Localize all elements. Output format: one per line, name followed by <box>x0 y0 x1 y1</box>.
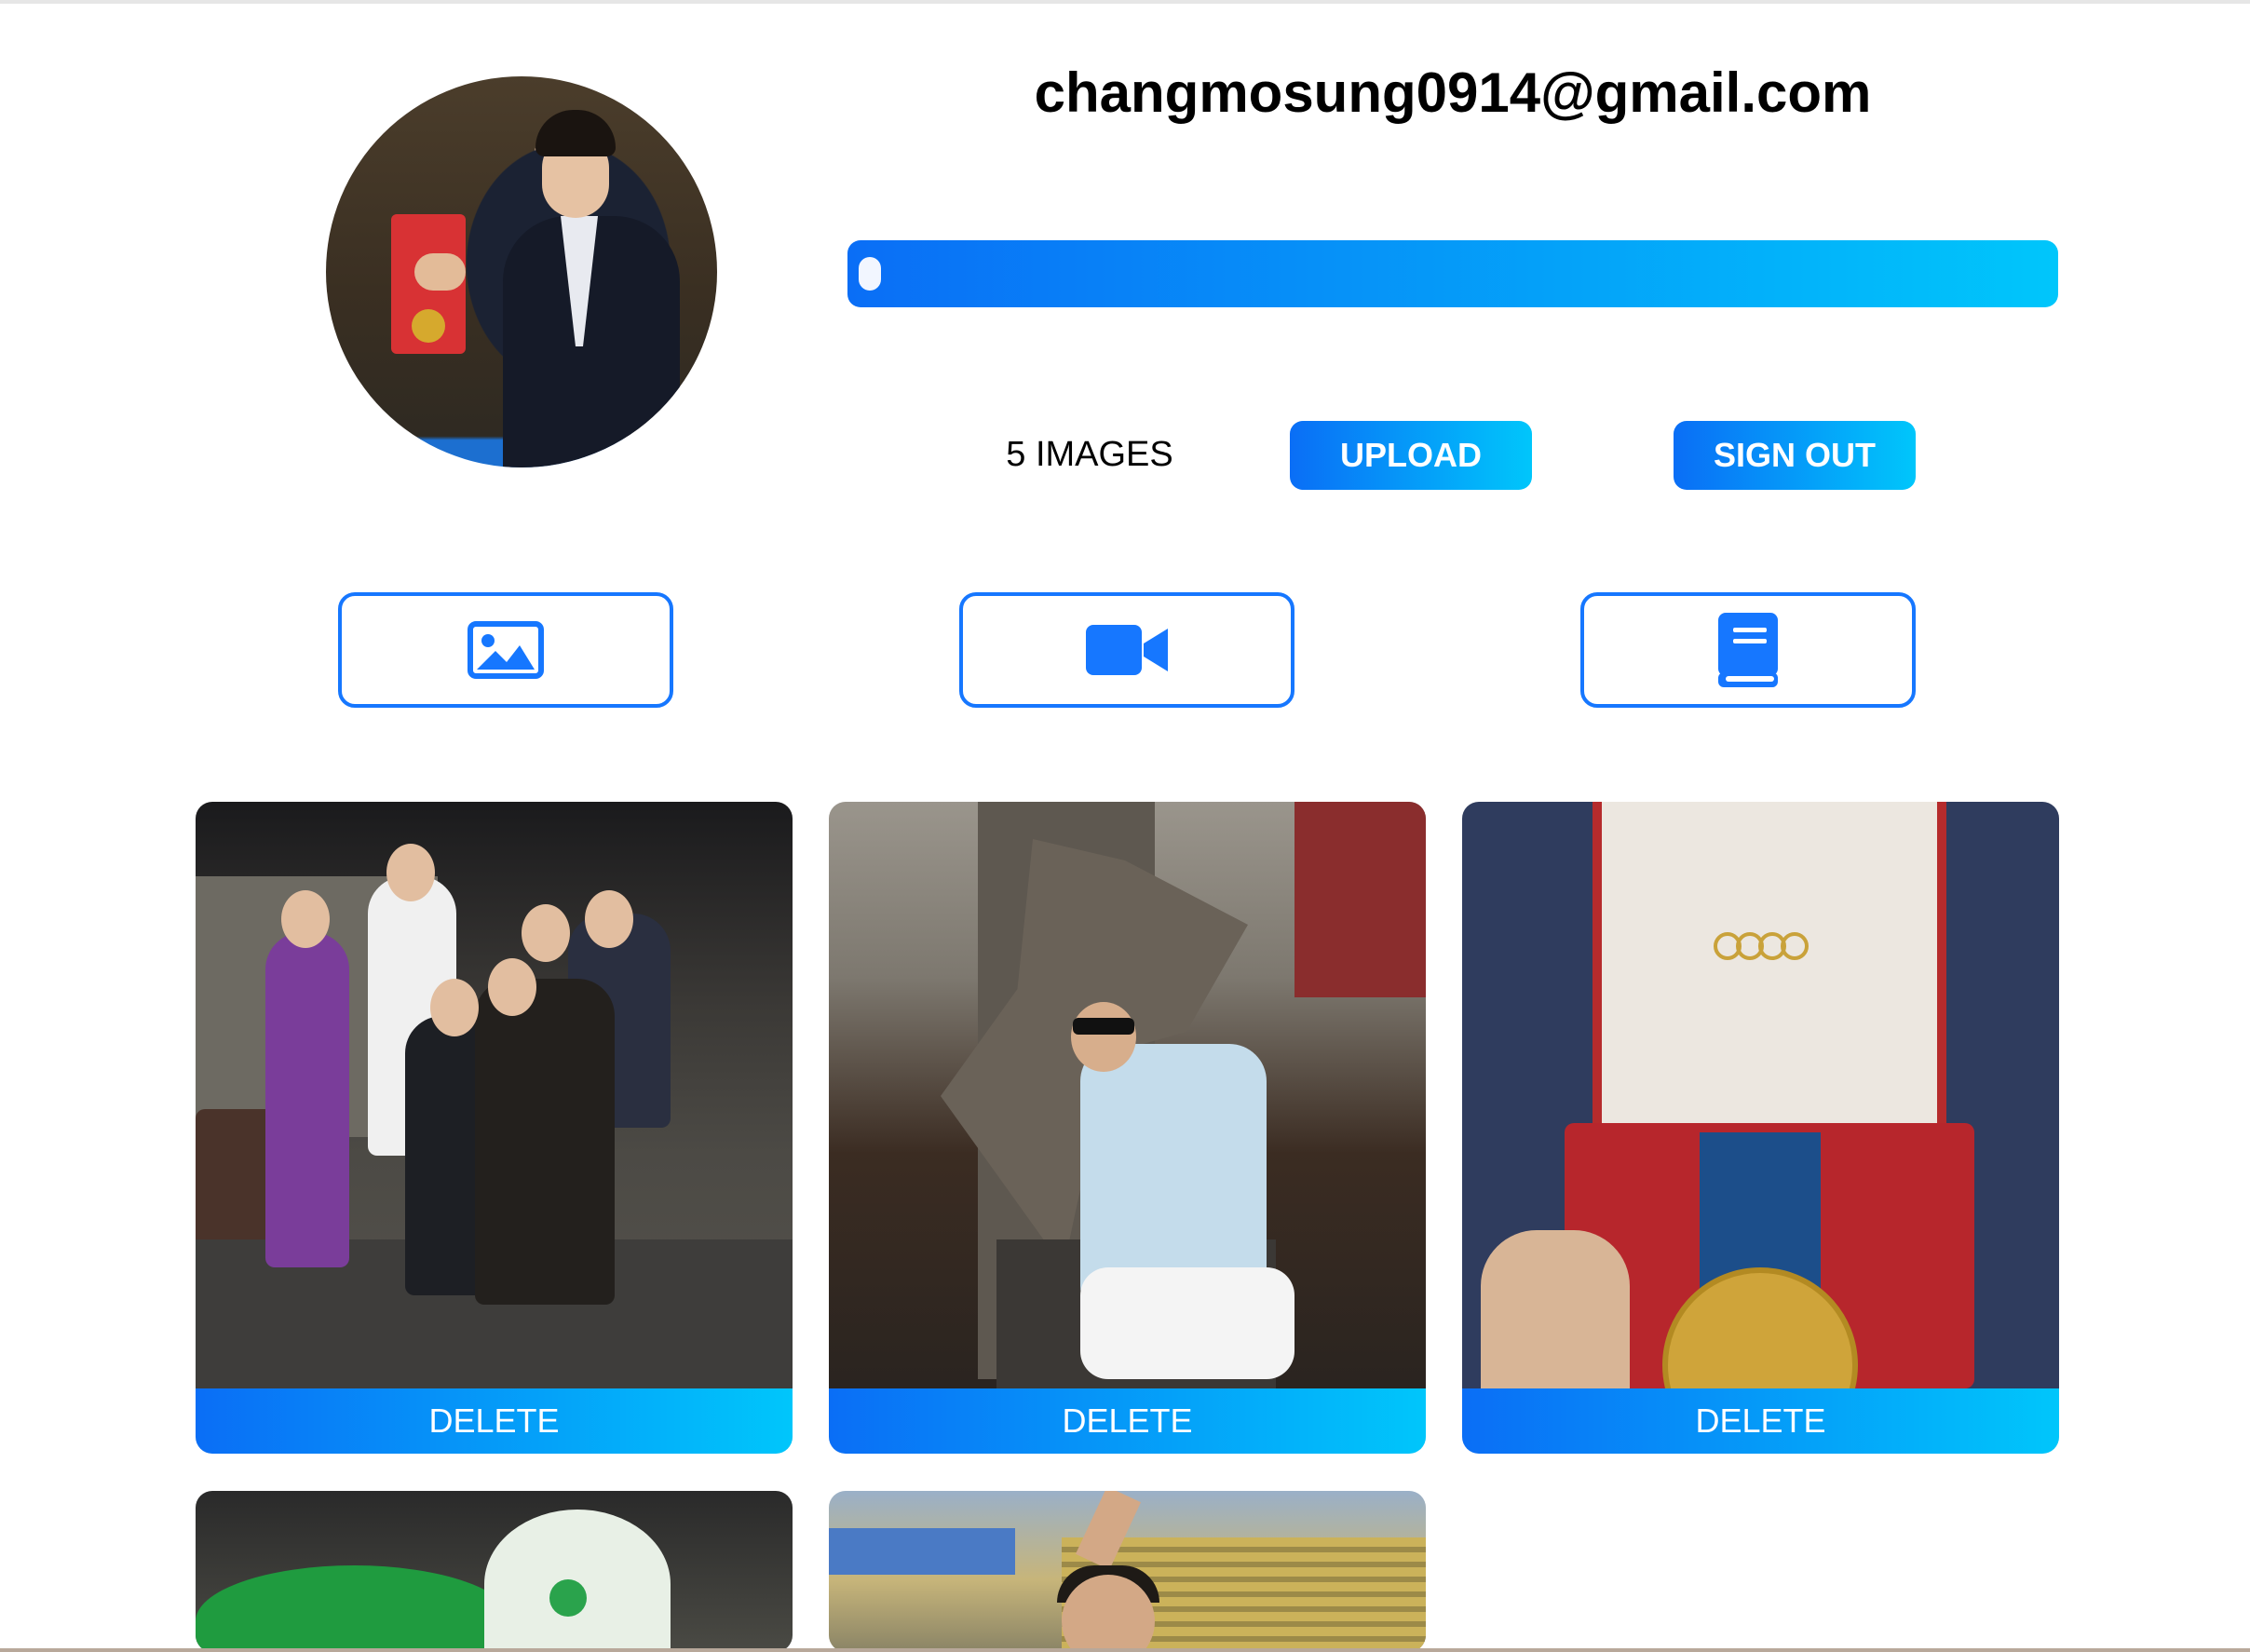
gallery-item <box>196 1491 793 1652</box>
tab-documents[interactable] <box>1580 592 1916 708</box>
video-icon <box>1086 625 1168 675</box>
delete-button[interactable]: DELETE <box>829 1388 1426 1454</box>
bottom-border <box>0 1648 2250 1652</box>
gallery-photo[interactable] <box>829 802 1426 1388</box>
upload-progress-bar <box>847 240 2058 307</box>
gallery-item <box>829 1491 1426 1652</box>
upload-button[interactable]: UPLOAD <box>1290 421 1532 490</box>
avatar <box>326 76 717 467</box>
tab-videos[interactable] <box>959 592 1294 708</box>
image-count: 5 IMAGES <box>1006 435 1173 474</box>
gallery-item: DELETE <box>1462 802 2059 1454</box>
sign-out-button[interactable]: SIGN OUT <box>1674 421 1916 490</box>
top-border <box>0 0 2250 4</box>
gallery-item: DELETE <box>196 802 793 1454</box>
user-email: changmosung0914@gmail.com <box>1034 61 1872 124</box>
gallery-photo[interactable] <box>196 802 793 1388</box>
gallery-item: DELETE <box>829 802 1426 1454</box>
progress-fill <box>859 257 881 291</box>
tab-images[interactable] <box>338 592 673 708</box>
delete-button[interactable]: DELETE <box>196 1388 793 1454</box>
gallery-photo[interactable] <box>829 1491 1426 1652</box>
book-icon <box>1718 613 1778 687</box>
gallery-photo[interactable] <box>196 1491 793 1652</box>
image-icon <box>468 621 544 679</box>
gallery-photo[interactable] <box>1462 802 2059 1388</box>
delete-button[interactable]: DELETE <box>1462 1388 2059 1454</box>
